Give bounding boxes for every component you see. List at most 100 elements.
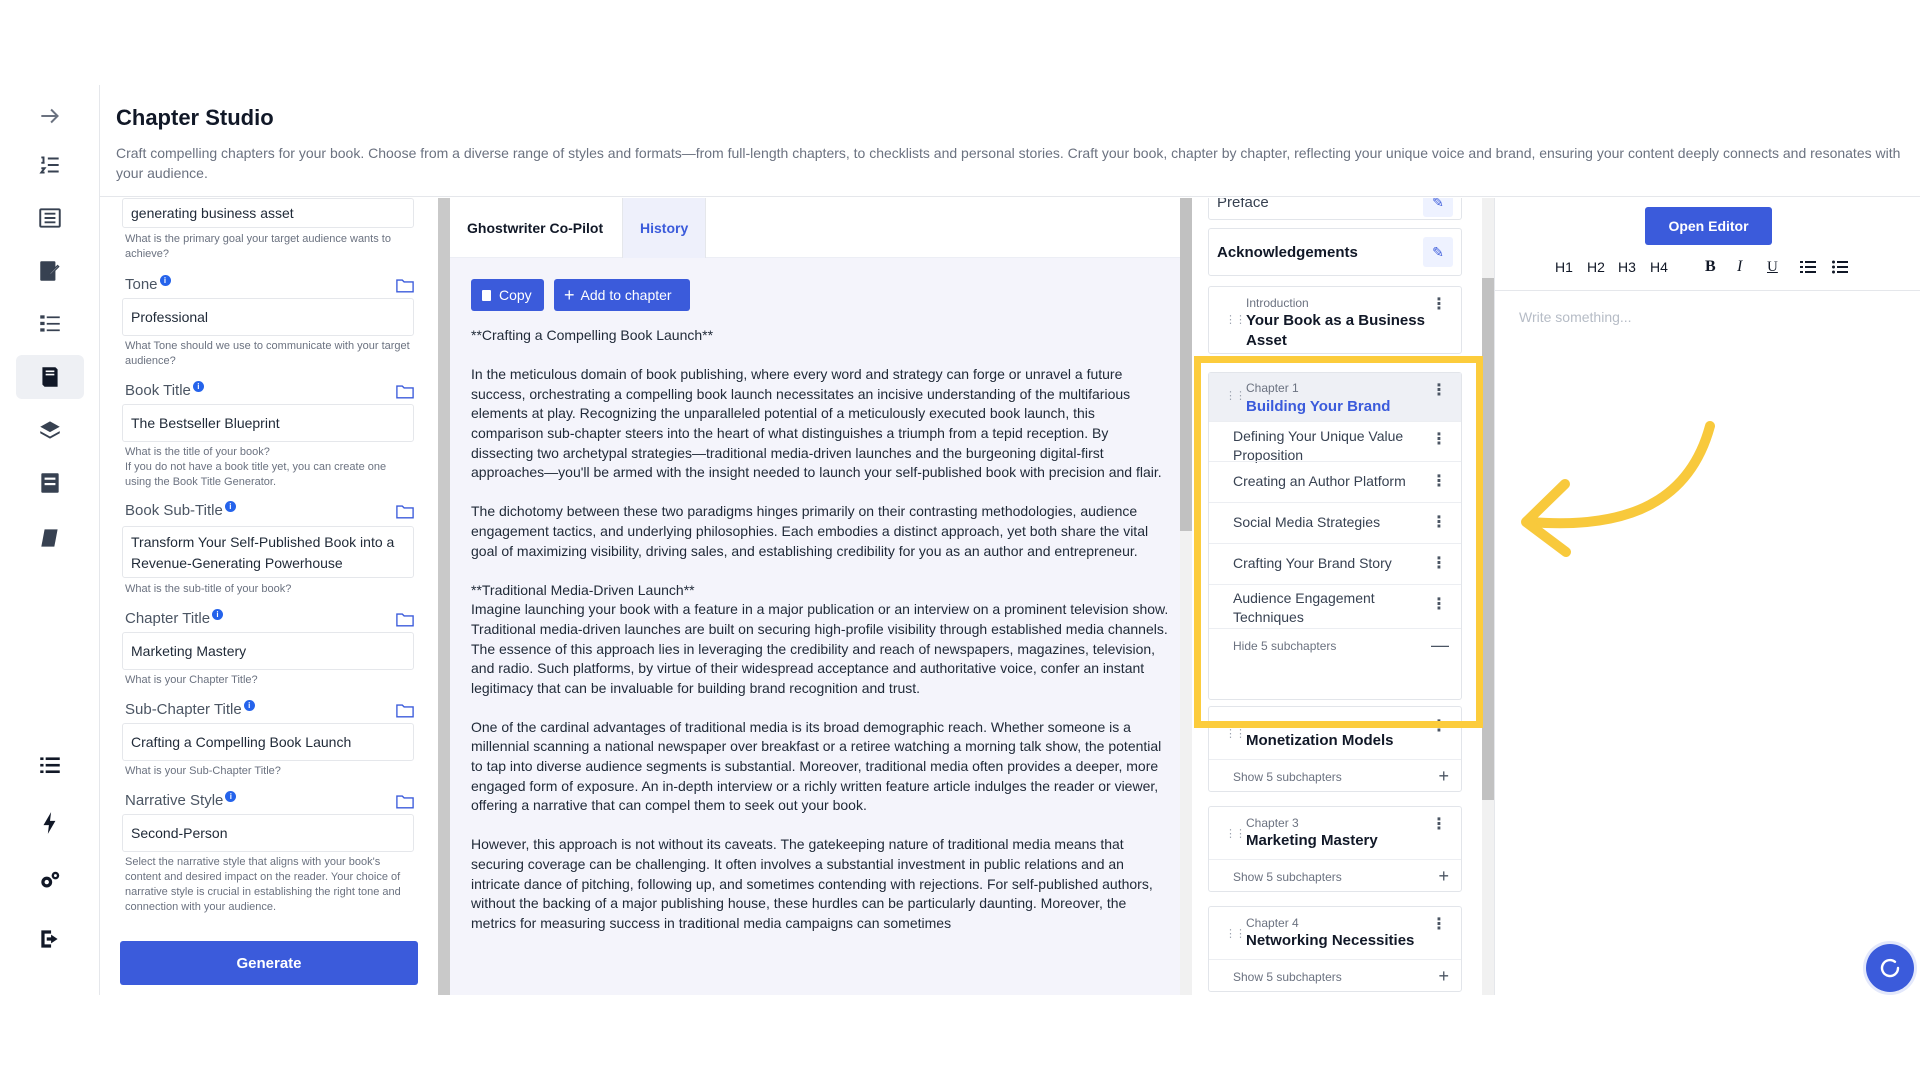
tab-history[interactable]: History — [622, 198, 707, 258]
edit-pencil-icon[interactable]: ✎ — [1423, 237, 1453, 267]
narrative-style-input[interactable]: Second-Person — [122, 814, 414, 852]
info-icon[interactable]: i — [159, 275, 171, 286]
more-options-icon[interactable]: ⋮ — [1431, 556, 1447, 572]
goal-input[interactable]: generating business asset — [122, 198, 414, 228]
drag-handle-icon[interactable]: ⋮⋮ — [1225, 315, 1246, 326]
folder-icon[interactable] — [396, 504, 414, 519]
minus-icon[interactable]: — — [1431, 636, 1449, 654]
chapter-card-chapter-3[interactable]: ⋮⋮ Chapter 3 Marketing Mastery ⋮ Show 5 … — [1208, 806, 1462, 892]
subchapter-item[interactable]: Crafting Your Brand Story ⋮ — [1209, 543, 1461, 584]
show-subchapters-link[interactable]: Show 5 subchapters — [1233, 970, 1342, 984]
lightning-icon[interactable] — [16, 801, 84, 845]
ordered-list-icon[interactable] — [1800, 256, 1816, 278]
heading-4-button[interactable]: H4 — [1650, 256, 1668, 278]
copy-button[interactable]: Copy — [471, 279, 544, 311]
chapter-title: Marketing Mastery — [1246, 832, 1378, 849]
subchapter-title-input[interactable]: Crafting a Compelling Book Launch — [122, 723, 414, 761]
bold-button[interactable]: B — [1705, 256, 1716, 278]
folder-icon[interactable] — [396, 278, 414, 293]
show-subchapters-link[interactable]: Show 5 subchapters — [1233, 770, 1342, 784]
refresh-icon — [1880, 958, 1900, 978]
chapter-card-introduction[interactable]: ⋮⋮ Introduction Your Book as a Business … — [1208, 286, 1462, 354]
document-list-icon[interactable] — [16, 196, 84, 240]
content-scrollbar[interactable] — [1180, 198, 1192, 995]
logout-icon[interactable] — [16, 917, 84, 961]
folder-icon[interactable] — [396, 612, 414, 627]
form-scrollbar[interactable] — [438, 198, 450, 995]
hide-subchapters-link[interactable]: Hide 5 subchapters — [1233, 639, 1336, 653]
book-stack-icon[interactable] — [16, 408, 84, 452]
icon-rail — [0, 85, 100, 995]
generate-button[interactable]: Generate — [120, 941, 418, 985]
tone-hint: What Tone should we use to communicate w… — [125, 340, 410, 367]
chapter-list: Preface ✎ Acknowledgements ✎ ⋮⋮ Introduc… — [1192, 198, 1478, 995]
chapter-card-acknowledgements[interactable]: Acknowledgements ✎ — [1208, 228, 1462, 276]
chapter-header-row[interactable]: ⋮⋮ Chapter 1 Building Your Brand ⋮ — [1209, 373, 1461, 421]
chapter-card-preface[interactable]: Preface ✎ — [1208, 198, 1462, 220]
chapter-title-input[interactable]: Marketing Mastery — [122, 632, 414, 670]
book-title-input[interactable]: The Bestseller Blueprint — [122, 404, 414, 442]
more-options-icon[interactable]: ⋮ — [1431, 719, 1447, 735]
more-options-icon[interactable]: ⋮ — [1431, 817, 1447, 833]
chapter-card-chapter-4[interactable]: ⋮⋮ Chapter 4 Networking Necessities ⋮ Sh… — [1208, 906, 1462, 992]
drag-handle-icon[interactable]: ⋮⋮ — [1225, 391, 1246, 402]
plus-icon[interactable]: + — [1438, 967, 1449, 985]
more-options-icon[interactable]: ⋮ — [1431, 917, 1447, 933]
toggle-subchapters-row[interactable]: Show 5 subchapters + — [1209, 859, 1461, 893]
subchapter-item[interactable]: Audience Engagement Techniques ⋮ — [1209, 584, 1461, 628]
chapter-studio-icon[interactable] — [16, 355, 84, 399]
more-options-icon[interactable]: ⋮ — [1431, 597, 1447, 613]
edit-pencil-icon[interactable]: ✎ — [1423, 198, 1453, 217]
more-options-icon[interactable]: ⋮ — [1431, 515, 1447, 531]
numbered-list-icon[interactable] — [16, 302, 84, 346]
subchapter-item[interactable]: Creating an Author Platform ⋮ — [1209, 461, 1461, 502]
folder-icon[interactable] — [396, 384, 414, 399]
archive-icon[interactable] — [16, 461, 84, 505]
edit-document-icon[interactable] — [16, 249, 84, 293]
tab-ghostwriter-copilot[interactable]: Ghostwriter Co-Pilot — [450, 198, 620, 258]
more-options-icon[interactable]: ⋮ — [1431, 383, 1447, 399]
chapter-card-chapter-2[interactable]: ⋮⋮ Monetization Models ⋮ Show 5 subchapt… — [1208, 706, 1462, 792]
plus-icon[interactable]: + — [1438, 867, 1449, 885]
toggle-subchapters-row[interactable]: Hide 5 subchapters — — [1209, 628, 1461, 662]
chapter-card-chapter-1[interactable]: ⋮⋮ Chapter 1 Building Your Brand ⋮ Defin… — [1208, 372, 1462, 700]
open-editor-button[interactable]: Open Editor — [1645, 207, 1772, 245]
folder-icon[interactable] — [396, 794, 414, 809]
chapter-list-scrollbar[interactable] — [1482, 198, 1494, 995]
more-options-icon[interactable]: ⋮ — [1431, 297, 1447, 313]
subchapter-item[interactable]: Social Media Strategies ⋮ — [1209, 502, 1461, 543]
bullet-list-icon[interactable] — [1832, 256, 1848, 278]
settings-gears-icon[interactable] — [16, 859, 84, 903]
subchapter-item[interactable]: Defining Your Unique Value Proposition ⋮ — [1209, 421, 1461, 463]
drag-handle-icon[interactable]: ⋮⋮ — [1225, 729, 1246, 740]
heading-1-button[interactable]: H1 — [1555, 256, 1573, 278]
heading-2-button[interactable]: H2 — [1587, 256, 1605, 278]
toggle-subchapters-row[interactable]: Show 5 subchapters + — [1209, 959, 1461, 993]
menu-list-icon[interactable] — [16, 743, 84, 787]
drag-handle-icon[interactable]: ⋮⋮ — [1225, 829, 1246, 840]
toggle-subchapters-row[interactable]: Show 5 subchapters + — [1209, 759, 1461, 793]
add-to-chapter-button[interactable]: + Add to chapter — [554, 279, 690, 311]
show-subchapters-link[interactable]: Show 5 subchapters — [1233, 870, 1342, 884]
underline-button[interactable]: U — [1767, 256, 1778, 278]
drag-handle-icon[interactable]: ⋮⋮ — [1225, 929, 1246, 940]
outline-list-icon[interactable] — [16, 143, 84, 187]
tone-input[interactable]: Professional — [122, 298, 414, 336]
more-options-icon[interactable]: ⋮ — [1431, 474, 1447, 490]
info-icon[interactable]: i — [212, 609, 224, 620]
info-icon[interactable]: i — [225, 791, 237, 802]
book-subtitle-input[interactable]: Transform Your Self-Published Book into … — [122, 526, 414, 578]
italic-button[interactable]: I — [1737, 256, 1742, 278]
info-icon[interactable]: i — [243, 700, 255, 711]
info-icon[interactable]: i — [192, 381, 204, 392]
book-icon[interactable] — [16, 516, 84, 560]
expand-arrow-icon[interactable] — [16, 94, 84, 138]
plus-icon[interactable]: + — [1438, 767, 1449, 785]
narrative-style-hint: Select the narrative style that aligns w… — [125, 856, 401, 913]
folder-icon[interactable] — [396, 703, 414, 718]
assistant-fab[interactable] — [1866, 944, 1914, 992]
heading-3-button[interactable]: H3 — [1618, 256, 1636, 278]
info-icon[interactable]: i — [224, 501, 236, 512]
editor-text-area[interactable]: Write something... — [1495, 290, 1920, 995]
more-options-icon[interactable]: ⋮ — [1431, 432, 1447, 448]
